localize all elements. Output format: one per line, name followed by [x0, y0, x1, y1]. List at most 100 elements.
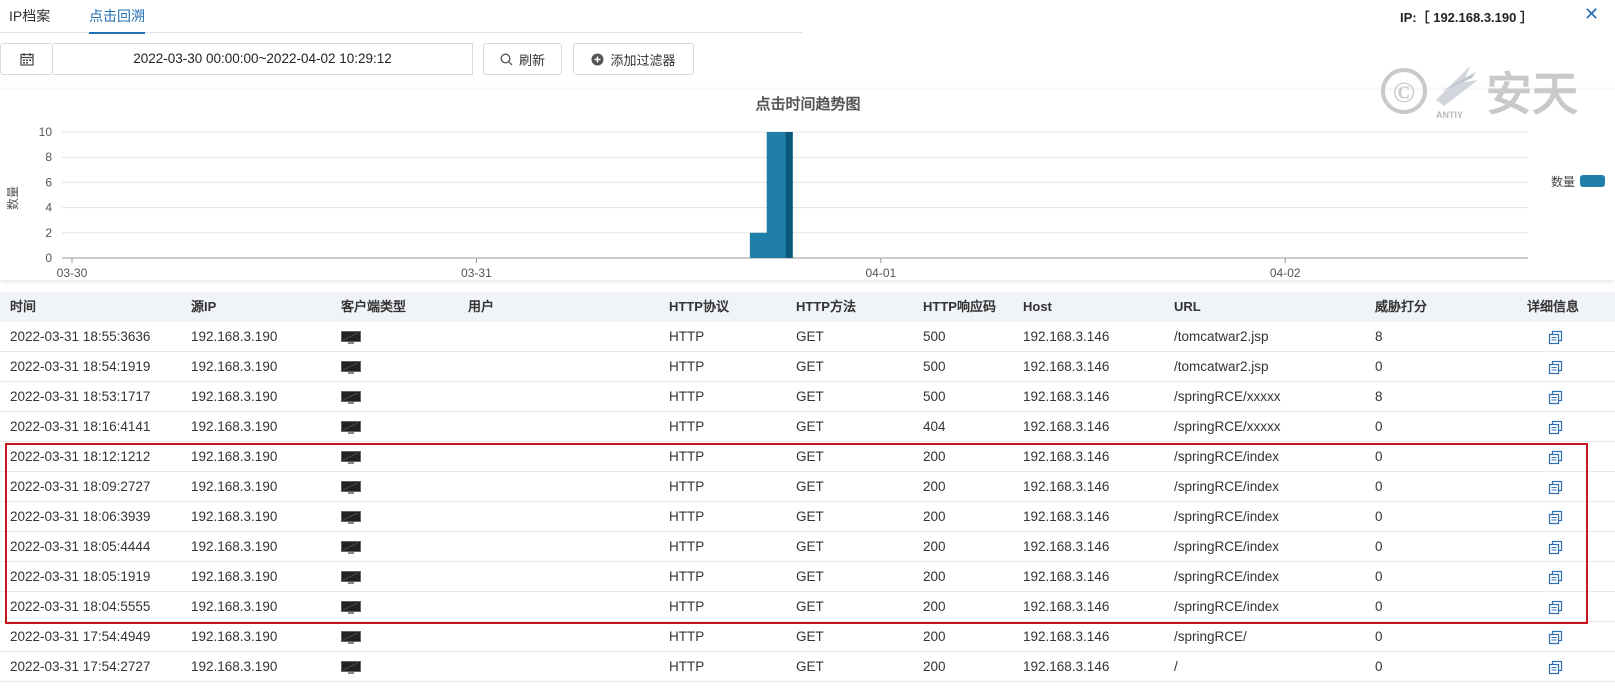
tab-click-trace[interactable]: 点击回溯: [89, 6, 145, 34]
cell-url: /springRCE/index: [1174, 569, 1280, 584]
chart-title: 点击时间趋势图: [755, 95, 860, 113]
close-icon[interactable]: ✕: [1584, 4, 1599, 25]
copy-icon[interactable]: [1548, 570, 1563, 585]
table-row[interactable]: 2022-03-31 18:16:4141 192.168.3.190 HTTP GE…: [0, 412, 1615, 442]
col-host[interactable]: Host: [1023, 292, 1052, 322]
cell-threat-score: 0: [1375, 359, 1383, 374]
cell-src-ip: 192.168.3.190: [191, 329, 278, 344]
ip-header: IP:［ 192.168.3.190 ］: [1400, 10, 1533, 25]
copy-icon[interactable]: [1548, 360, 1563, 375]
add-filter-label: 添加过滤器: [610, 52, 676, 68]
monitor-icon: [341, 661, 361, 674]
col-threat-score[interactable]: 威胁打分: [1375, 292, 1427, 322]
copy-icon[interactable]: [1548, 540, 1563, 555]
cell-host: 192.168.3.146: [1023, 569, 1110, 584]
cell-src-ip: 192.168.3.190: [191, 389, 278, 404]
cell-src-ip: 192.168.3.190: [191, 539, 278, 554]
col-http-protocol[interactable]: HTTP协议: [669, 292, 729, 322]
refresh-button[interactable]: 刷新: [483, 43, 562, 75]
cell-method: GET: [796, 659, 824, 674]
table-row[interactable]: 2022-03-31 18:05:1919 192.168.3.190 HTTP GE…: [0, 562, 1615, 592]
cell-url: /springRCE/xxxxx: [1174, 419, 1281, 434]
cell-threat-score: 0: [1375, 509, 1383, 524]
x-tick-label: 04-02: [1270, 266, 1301, 280]
copy-icon[interactable]: [1548, 600, 1563, 615]
y-tick-label: 10: [39, 125, 53, 139]
cell-response-code: 500: [923, 389, 946, 404]
cell-src-ip: 192.168.3.190: [191, 359, 278, 374]
col-url[interactable]: URL: [1174, 292, 1201, 322]
table-row[interactable]: 2022-03-31 18:09:2727 192.168.3.190 HTTP GE…: [0, 472, 1615, 502]
cell-url: /springRCE/index: [1174, 509, 1280, 524]
cell-time: 2022-03-31 18:04:5555: [10, 599, 151, 614]
cell-host: 192.168.3.146: [1023, 449, 1110, 464]
cell-threat-score: 0: [1375, 659, 1383, 674]
col-details[interactable]: 详细信息: [1527, 292, 1579, 322]
cell-host: 192.168.3.146: [1023, 509, 1110, 524]
cell-src-ip: 192.168.3.190: [191, 629, 278, 644]
copy-icon[interactable]: [1548, 630, 1563, 645]
col-http-code[interactable]: HTTP响应码: [923, 292, 996, 322]
table-row[interactable]: 2022-03-31 17:54:4949 192.168.3.190 HTTP GE…: [0, 622, 1615, 652]
watermark-symbol: ©: [1393, 76, 1415, 109]
cell-url: /springRCE/: [1174, 629, 1247, 644]
col-http-method[interactable]: HTTP方法: [796, 292, 856, 322]
cell-response-code: 404: [923, 419, 946, 434]
tab-ip-profile[interactable]: IP档案: [9, 6, 50, 32]
table-row[interactable]: 2022-03-31 17:54:2727 192.168.3.190 HTTP GE…: [0, 652, 1615, 682]
table-row[interactable]: 2022-03-31 18:05:4444 192.168.3.190 HTTP GE…: [0, 532, 1615, 562]
copy-icon[interactable]: [1548, 510, 1563, 525]
cell-method: GET: [796, 359, 824, 374]
cell-protocol: HTTP: [669, 659, 705, 674]
col-client-type[interactable]: 客户端类型: [341, 292, 406, 322]
cell-response-code: 200: [923, 539, 946, 554]
monitor-icon: [341, 451, 361, 464]
copy-icon[interactable]: [1548, 480, 1563, 495]
table-row[interactable]: 2022-03-31 18:54:1919 192.168.3.190 HTTP GE…: [0, 352, 1615, 382]
col-user[interactable]: 用户: [468, 292, 494, 322]
cell-src-ip: 192.168.3.190: [191, 659, 278, 674]
cell-host: 192.168.3.146: [1023, 659, 1110, 674]
table-row[interactable]: 2022-03-31 18:04:5555 192.168.3.190 HTTP GE…: [0, 592, 1615, 622]
copy-icon[interactable]: [1548, 660, 1563, 675]
y-tick-label: 2: [45, 226, 52, 240]
monitor-icon: [341, 361, 361, 374]
col-src-ip[interactable]: 源IP: [191, 292, 216, 322]
table-row[interactable]: 2022-03-31 18:12:1212 192.168.3.190 HTTP GE…: [0, 442, 1615, 472]
cell-src-ip: 192.168.3.190: [191, 419, 278, 434]
table-row[interactable]: 2022-03-31 18:55:3636 192.168.3.190 HTTP GE…: [0, 322, 1615, 352]
cell-time: 2022-03-31 18:55:3636: [10, 329, 151, 344]
y-tick-label: 8: [45, 150, 52, 164]
cell-protocol: HTTP: [669, 449, 705, 464]
cell-src-ip: 192.168.3.190: [191, 449, 278, 464]
chart-svg: 点击时间趋势图 数量 0246810 03-30 03-31 04-01 04-02 …: [5, 95, 1605, 280]
cell-host: 192.168.3.146: [1023, 629, 1110, 644]
monitor-icon: [341, 511, 361, 524]
copy-icon[interactable]: [1548, 390, 1563, 405]
antiy-watermark: © ANTIY 安天: [1381, 66, 1578, 121]
cell-protocol: HTTP: [669, 539, 705, 554]
y-tick-label: 0: [45, 251, 52, 265]
cell-time: 2022-03-31 18:12:1212: [10, 449, 151, 464]
copy-icon[interactable]: [1548, 450, 1563, 465]
date-range-input[interactable]: 2022-03-30 00:00:00~2022-04-02 10:29:12: [53, 43, 473, 75]
calendar-button[interactable]: [0, 43, 53, 75]
cell-method: GET: [796, 449, 824, 464]
copy-icon[interactable]: [1548, 330, 1563, 345]
cell-host: 192.168.3.146: [1023, 599, 1110, 614]
cell-host: 192.168.3.146: [1023, 479, 1110, 494]
cell-host: 192.168.3.146: [1023, 419, 1110, 434]
table-body: 2022-03-31 18:55:3636 192.168.3.190 HTTP GE…: [0, 322, 1615, 682]
click-trace-table: 时间 源IP 客户端类型 用户 HTTP协议 HTTP方法 HTTP响应码 Ho…: [0, 292, 1615, 682]
add-filter-button[interactable]: 添加过滤器: [573, 43, 694, 75]
monitor-icon: [341, 331, 361, 344]
cell-src-ip: 192.168.3.190: [191, 599, 278, 614]
table-row[interactable]: 2022-03-31 18:06:3939 192.168.3.190 HTTP GE…: [0, 502, 1615, 532]
cell-response-code: 200: [923, 479, 946, 494]
trend-chart: 点击时间趋势图 数量 0 2 4 6 8 10 03-30 03-31 04-01 04-02 …: [0, 90, 1615, 280]
monitor-icon: [341, 481, 361, 494]
table-row[interactable]: 2022-03-31 18:53:1717 192.168.3.190 HTTP GE…: [0, 382, 1615, 412]
copy-icon[interactable]: [1548, 420, 1563, 435]
col-time[interactable]: 时间: [10, 292, 36, 322]
monitor-icon: [341, 571, 361, 584]
